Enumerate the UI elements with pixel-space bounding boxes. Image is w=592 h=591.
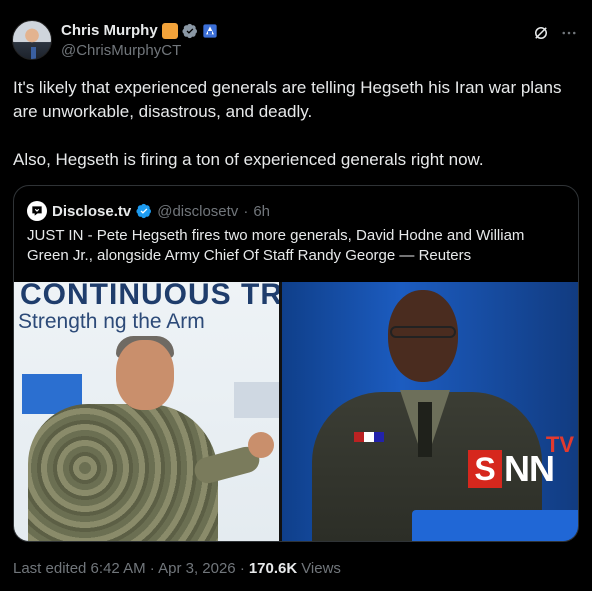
tweet-paragraph: Also, Hegseth is firing a ton of experie…: [13, 150, 484, 169]
quote-header: Disclose.tv @disclosetv · 6h: [27, 201, 270, 221]
person-left-figure: [24, 312, 274, 541]
media-photo-right: TV S NN: [282, 282, 578, 541]
orange-badge-icon: [161, 22, 178, 39]
tweet-header: Chris Murphy @ChrisMurphyCT: [12, 18, 580, 62]
quote-media[interactable]: CONTINUOUS TR Strength ng the Arm TV S N…: [14, 282, 578, 541]
grok-icon[interactable]: [532, 24, 550, 42]
watermark-nn: NN: [504, 448, 555, 489]
author-name-row: Chris Murphy: [61, 22, 218, 39]
watermark-s: S: [468, 450, 502, 488]
media-photo-left: CONTINUOUS TR Strength ng the Arm: [14, 282, 279, 541]
verified-badge-icon[interactable]: [182, 23, 198, 39]
disclose-logo-icon[interactable]: [27, 201, 47, 221]
edited-timestamp[interactable]: Last edited 6:42 AM · Apr 3, 2026 ·: [13, 560, 245, 577]
snn-tv-logo: TV S NN: [468, 432, 574, 496]
views-label: Views: [301, 560, 341, 577]
views-count: 170.6K: [248, 560, 298, 577]
podium: [412, 510, 578, 541]
author-display-name[interactable]: Chris Murphy: [61, 22, 158, 39]
quote-display-name[interactable]: Disclose.tv: [52, 203, 131, 220]
quote-handle[interactable]: @disclosetv: [157, 203, 238, 220]
author-handle[interactable]: @ChrisMurphyCT: [61, 42, 181, 59]
quote-time[interactable]: 6h: [253, 203, 270, 220]
author-avatar[interactable]: [12, 20, 52, 60]
quoted-tweet[interactable]: Disclose.tv @disclosetv · 6h JUST IN - P…: [13, 185, 579, 542]
quote-separator: ·: [243, 202, 249, 220]
government-badge-icon: [203, 23, 217, 38]
verified-badge-icon[interactable]: [136, 203, 152, 219]
tweet-meta: Last edited 6:42 AM · Apr 3, 2026 · 170.…: [13, 560, 341, 577]
more-icon[interactable]: [560, 24, 578, 42]
tweet-paragraph: It's likely that experienced generals ar…: [13, 78, 562, 121]
quote-text: JUST IN - Pete Hegseth fires two more ge…: [27, 227, 525, 264]
media-banner-text: CONTINUOUS TR: [20, 282, 279, 311]
tweet-text: It's likely that experienced generals ar…: [13, 76, 579, 172]
